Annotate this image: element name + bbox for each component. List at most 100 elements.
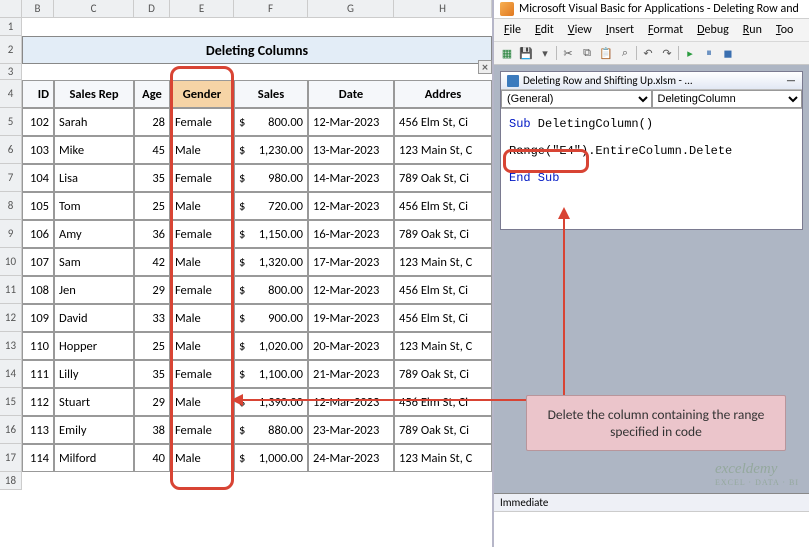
pause-icon[interactable]: ⏸ xyxy=(701,45,717,61)
cell-rep[interactable]: Amy xyxy=(54,220,134,248)
cell-gender[interactable]: Female xyxy=(170,164,234,192)
cell-id[interactable]: 102 xyxy=(22,108,54,136)
row-header-18[interactable]: 18 xyxy=(0,472,22,490)
header-age[interactable]: Age xyxy=(134,80,170,108)
cell-sales[interactable]: $1,320.00 xyxy=(234,248,308,276)
redo-icon[interactable]: ↷ xyxy=(659,45,675,61)
col-header-C[interactable]: C xyxy=(54,0,134,17)
cell-id[interactable]: 103 xyxy=(22,136,54,164)
cell-rep[interactable]: Milford xyxy=(54,444,134,472)
procedure-dropdown[interactable]: DeletingColumn xyxy=(652,90,803,108)
menu-file[interactable]: File xyxy=(498,21,527,39)
cell-age[interactable]: 28 xyxy=(134,108,170,136)
cell-gender[interactable]: Male xyxy=(170,136,234,164)
cell-gender[interactable]: Male xyxy=(170,304,234,332)
cell-address[interactable]: 789 Oak St, Ci xyxy=(394,220,492,248)
menu-view[interactable]: View xyxy=(562,21,598,39)
cell-sales[interactable]: $1,000.00 xyxy=(234,444,308,472)
cell-rep[interactable]: Tom xyxy=(54,192,134,220)
copy-icon[interactable]: ⧉ xyxy=(579,45,595,61)
cell-age[interactable]: 42 xyxy=(134,248,170,276)
header-id[interactable]: ID xyxy=(22,80,54,108)
cell-gender[interactable]: Male xyxy=(170,192,234,220)
cell-address[interactable]: 123 Main St, C xyxy=(394,444,492,472)
cell-rep[interactable]: David xyxy=(54,304,134,332)
menu-format[interactable]: Format xyxy=(642,21,689,39)
cell-date[interactable]: 20-Mar-2023 xyxy=(308,332,394,360)
cell-gender[interactable]: Female xyxy=(170,220,234,248)
row-header-4[interactable]: 4 xyxy=(0,80,22,108)
cell-sales[interactable]: $1,100.00 xyxy=(234,360,308,388)
menu-tools[interactable]: Too xyxy=(770,21,799,39)
immediate-window[interactable]: Immediate xyxy=(494,493,809,547)
undo-icon[interactable]: ↶ xyxy=(640,45,656,61)
cell-date[interactable]: 12-Mar-2023 xyxy=(308,108,394,136)
col-header-G[interactable]: G xyxy=(308,0,394,17)
cell-rep[interactable]: Lilly xyxy=(54,360,134,388)
row-header[interactable]: 9 xyxy=(0,220,22,248)
menu-insert[interactable]: Insert xyxy=(600,21,640,39)
header-date[interactable]: Date xyxy=(308,80,394,108)
cell-sales[interactable]: $1,390.00 xyxy=(234,388,308,416)
cell-rep[interactable]: Sarah xyxy=(54,108,134,136)
row-header[interactable]: 5 xyxy=(0,108,22,136)
cell-date[interactable]: 14-Mar-2023 xyxy=(308,164,394,192)
cell-sales[interactable]: $800.00 xyxy=(234,108,308,136)
cell-address[interactable]: 789 Oak St, Ci xyxy=(394,164,492,192)
row-header[interactable]: 12 xyxy=(0,304,22,332)
cell-rep[interactable]: Emily xyxy=(54,416,134,444)
cell-id[interactable]: 107 xyxy=(22,248,54,276)
cell-address[interactable]: 123 Main St, C xyxy=(394,136,492,164)
row-header[interactable]: 8 xyxy=(0,192,22,220)
row-header[interactable]: 13 xyxy=(0,332,22,360)
run-icon[interactable]: ▸ xyxy=(682,45,698,61)
cell-id[interactable]: 108 xyxy=(22,276,54,304)
cell-address[interactable]: 789 Oak St, Ci xyxy=(394,416,492,444)
header-sales[interactable]: Sales xyxy=(234,80,308,108)
cell-rep[interactable]: Hopper xyxy=(54,332,134,360)
cell-address[interactable]: 789 Oak St, Ci xyxy=(394,360,492,388)
row-header[interactable]: 7 xyxy=(0,164,22,192)
cell-age[interactable]: 38 xyxy=(134,416,170,444)
cell-gender[interactable]: Female xyxy=(170,416,234,444)
cell-id[interactable]: 105 xyxy=(22,192,54,220)
cell-id[interactable]: 104 xyxy=(22,164,54,192)
cell-date[interactable]: 23-Mar-2023 xyxy=(308,416,394,444)
row-header-1[interactable]: 1 xyxy=(0,18,22,36)
cell-date[interactable]: 12-Mar-2023 xyxy=(308,192,394,220)
cell-address[interactable]: 123 Main St, C xyxy=(394,248,492,276)
menu-debug[interactable]: Debug xyxy=(691,21,735,39)
title-cell[interactable]: Deleting Columns xyxy=(22,36,492,64)
cell-date[interactable]: 12-Mar-2023 xyxy=(308,388,394,416)
code-editor[interactable]: Sub DeletingColumn() Range("E4").EntireC… xyxy=(501,109,802,229)
cell-sales[interactable]: $720.00 xyxy=(234,192,308,220)
cell-gender[interactable]: Male xyxy=(170,388,234,416)
cell-address[interactable]: 456 Elm St, Ci xyxy=(394,192,492,220)
cell-rep[interactable]: Jen xyxy=(54,276,134,304)
row-header[interactable]: 11 xyxy=(0,276,22,304)
cell-date[interactable]: 24-Mar-2023 xyxy=(308,444,394,472)
cell-date[interactable]: 19-Mar-2023 xyxy=(308,304,394,332)
row-header[interactable]: 16 xyxy=(0,416,22,444)
header-address[interactable]: Addres xyxy=(394,80,492,108)
excel-icon[interactable]: ▦ xyxy=(499,45,515,61)
cell-gender[interactable]: Female xyxy=(170,360,234,388)
cell-address[interactable]: 456 Elm St, Ci xyxy=(394,304,492,332)
cell-address[interactable]: 456 Elm St, Ci xyxy=(394,276,492,304)
cell-sales[interactable]: $800.00 xyxy=(234,276,308,304)
cell-sales[interactable]: $880.00 xyxy=(234,416,308,444)
cell-date[interactable]: 17-Mar-2023 xyxy=(308,248,394,276)
close-icon[interactable]: × xyxy=(478,60,492,74)
cell-age[interactable]: 35 xyxy=(134,360,170,388)
cell-sales[interactable]: $1,230.00 xyxy=(234,136,308,164)
cell-sales[interactable]: $980.00 xyxy=(234,164,308,192)
row-header[interactable]: 6 xyxy=(0,136,22,164)
cell-date[interactable]: 13-Mar-2023 xyxy=(308,136,394,164)
header-gender[interactable]: Gender xyxy=(170,80,234,108)
cell-sales[interactable]: $900.00 xyxy=(234,304,308,332)
cell-age[interactable]: 40 xyxy=(134,444,170,472)
code-window-titlebar[interactable]: Deleting Row and Shifting Up.xlsm - ... … xyxy=(501,72,802,90)
cell-empty[interactable] xyxy=(22,18,492,36)
cell-empty[interactable] xyxy=(22,64,492,80)
row-header[interactable]: 17 xyxy=(0,444,22,472)
